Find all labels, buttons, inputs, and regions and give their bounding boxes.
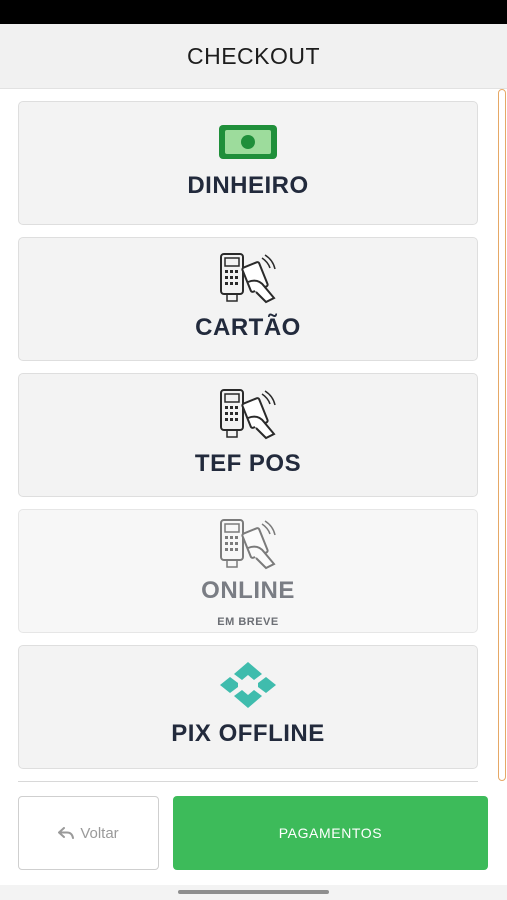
payment-option-label: CARTÃO [195, 314, 301, 341]
back-button[interactable]: Voltar [18, 796, 159, 870]
payments-button-label: PAGAMENTOS [278, 825, 383, 841]
status-bar [0, 0, 507, 24]
footer-divider [18, 781, 478, 782]
payment-option-tef-pos[interactable]: TEF POS [18, 373, 478, 497]
payments-button[interactable]: PAGAMENTOS [173, 796, 488, 870]
footer: Voltar PAGAMENTOS [0, 781, 507, 885]
payment-option-cartao[interactable]: CARTÃO [18, 237, 478, 361]
cash-icon [219, 125, 277, 159]
payment-option-online[interactable]: ONLINE EM BREVE [18, 509, 478, 633]
payment-option-label: PIX OFFLINE [171, 720, 325, 747]
system-nav-bar [0, 885, 507, 900]
card-terminal-icon [220, 253, 276, 304]
pix-icon [220, 662, 276, 708]
scrollbar-thumb[interactable] [498, 89, 506, 781]
header: CHECKOUT [0, 24, 507, 89]
payment-options-list[interactable]: DINHEIRO CARTÃO TEF POS ONLINE EM BREVE … [0, 89, 507, 781]
page-title: CHECKOUT [186, 42, 321, 69]
payment-option-label: DINHEIRO [187, 172, 309, 199]
payment-option-label: TEF POS [194, 450, 302, 477]
card-terminal-icon [220, 389, 276, 440]
payment-option-label: ONLINE [201, 577, 295, 604]
payment-option-dinheiro[interactable]: DINHEIRO [18, 101, 478, 225]
scrollbar[interactable] [497, 89, 507, 781]
card-terminal-icon [220, 519, 276, 570]
back-button-label: Voltar [80, 824, 119, 842]
home-indicator[interactable] [178, 890, 329, 894]
payment-option-pix-offline[interactable]: PIX OFFLINE [18, 645, 478, 769]
coming-soon-label: EM BREVE [217, 616, 279, 628]
back-arrow-icon [58, 827, 75, 839]
